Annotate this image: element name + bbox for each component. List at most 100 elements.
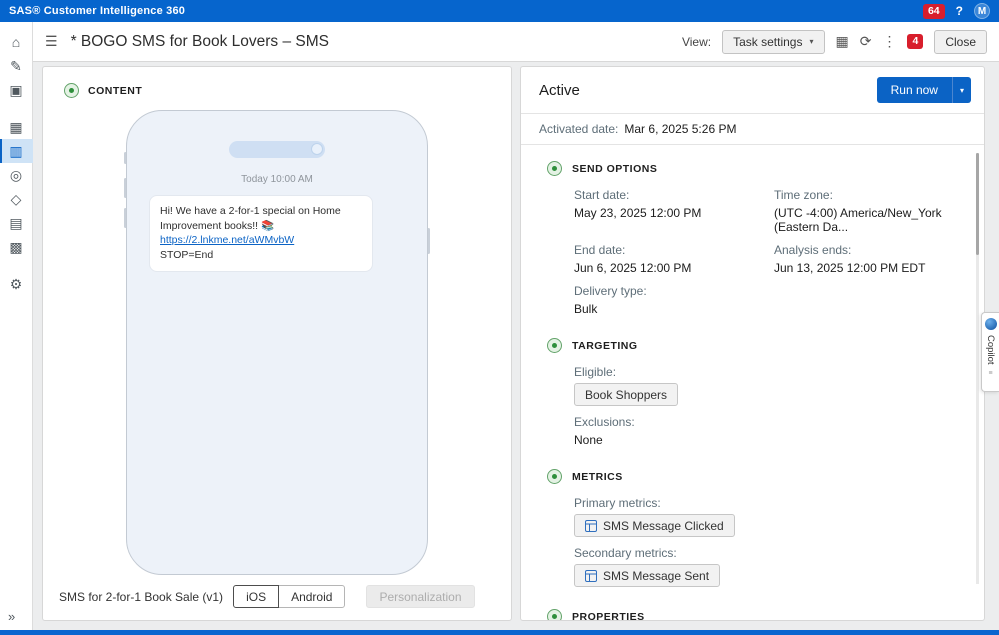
copilot-label: Copilot bbox=[985, 335, 996, 365]
primary-metric-chip: SMS Message Clicked bbox=[574, 514, 735, 537]
workspace: CONTENT Today 10:00 AM Hi! We have a 2-f… bbox=[33, 62, 999, 630]
calendar-icon[interactable]: ▦ bbox=[836, 33, 849, 50]
field-label: Delivery type: bbox=[574, 284, 774, 298]
refresh-icon[interactable]: ⟳ bbox=[860, 33, 872, 50]
chip-label: SMS Message Clicked bbox=[603, 519, 724, 533]
targeting-status-icon bbox=[547, 338, 562, 353]
field-time-zone: Time zone: (UTC -4:00) America/New_York … bbox=[774, 188, 950, 234]
sidebar-item-data[interactable]: ▤ bbox=[0, 211, 33, 235]
journeys-icon: ✎ bbox=[10, 58, 22, 75]
task-status: Active bbox=[539, 82, 580, 99]
field-analysis-ends: Analysis ends: Jun 13, 2025 12:00 PM EDT bbox=[774, 243, 950, 275]
ios-preview-button[interactable]: iOS bbox=[233, 585, 279, 608]
creative-name: SMS for 2-for-1 Book Sale (v1) bbox=[59, 590, 223, 604]
more-options-icon[interactable]: ⋮ bbox=[882, 33, 896, 50]
sms-timestamp: Today 10:00 AM bbox=[127, 174, 427, 185]
copilot-icon bbox=[985, 318, 997, 330]
properties-section: PROPERTIES Task type: Folder: bbox=[547, 609, 950, 620]
metrics-section: METRICS Primary metrics: SMS Message Cli… bbox=[547, 469, 950, 587]
scrollbar-track bbox=[976, 153, 979, 584]
field-label: Analysis ends: bbox=[774, 243, 950, 257]
field-primary-metrics: Primary metrics: SMS Message Clicked bbox=[574, 496, 735, 537]
chip-label: Book Shoppers bbox=[585, 388, 667, 402]
field-value: (UTC -4:00) America/New_York (Eastern Da… bbox=[774, 206, 950, 234]
field-delivery-type: Delivery type: Bulk bbox=[574, 284, 774, 316]
targeting-title: TARGETING bbox=[572, 340, 638, 352]
view-selector-button[interactable]: Task settings ▾ bbox=[722, 30, 824, 54]
notification-count-badge[interactable]: 64 bbox=[923, 4, 945, 19]
chip-label: SMS Message Sent bbox=[603, 569, 709, 583]
field-exclusions: Exclusions: None bbox=[574, 415, 635, 447]
properties-title: PROPERTIES bbox=[572, 611, 645, 621]
scrollbar-thumb[interactable] bbox=[976, 153, 979, 255]
field-value: Jun 13, 2025 12:00 PM EDT bbox=[774, 261, 950, 275]
field-secondary-metrics: Secondary metrics: SMS Message Sent bbox=[574, 546, 720, 587]
user-avatar[interactable]: M bbox=[974, 3, 990, 19]
sidebar-item-journeys[interactable]: ✎ bbox=[0, 54, 33, 78]
view-label: View: bbox=[682, 35, 711, 49]
content-section-label: CONTENT bbox=[88, 85, 142, 97]
field-label: End date: bbox=[574, 243, 774, 257]
sidebar-item-assets[interactable]: ▣ bbox=[0, 78, 33, 102]
task-header: ☰ * BOGO SMS for Book Lovers – SMS View:… bbox=[33, 22, 999, 62]
settings-scroll-area: SEND OPTIONS Start date: May 23, 2025 12… bbox=[521, 145, 984, 620]
content-status-icon bbox=[64, 83, 79, 98]
help-icon[interactable]: ? bbox=[956, 4, 963, 18]
field-label: Eligible: bbox=[574, 365, 678, 379]
sidebar-item-audiences[interactable]: ◎ bbox=[0, 163, 33, 187]
activated-date-value: Mar 6, 2025 5:26 PM bbox=[624, 122, 736, 136]
brand-title: SAS® Customer Intelligence 360 bbox=[9, 5, 185, 17]
sms-optout-text: STOP=End bbox=[160, 249, 213, 261]
alert-count-badge[interactable]: 4 bbox=[907, 34, 923, 49]
secondary-metric-chip: SMS Message Sent bbox=[574, 564, 720, 587]
field-label: Start date: bbox=[574, 188, 774, 202]
run-now-button[interactable]: Run now bbox=[877, 77, 952, 103]
sidebar-item-tasks[interactable]: ▥ bbox=[0, 139, 33, 163]
sidebar-item-calendar[interactable]: ▦ bbox=[0, 115, 33, 139]
copilot-tab[interactable]: Copilot ≡ bbox=[981, 312, 999, 392]
sidebar-item-reports[interactable]: ▩ bbox=[0, 235, 33, 259]
send-options-title: SEND OPTIONS bbox=[572, 163, 657, 175]
segments-icon: ◇ bbox=[11, 191, 22, 208]
personalization-button[interactable]: Personalization bbox=[366, 585, 474, 608]
field-value: None bbox=[574, 433, 635, 447]
phone-frame: Today 10:00 AM Hi! We have a 2-for-1 spe… bbox=[126, 110, 428, 575]
audiences-icon: ◎ bbox=[10, 167, 22, 184]
properties-status-icon bbox=[547, 609, 562, 620]
sidebar-item-segments[interactable]: ◇ bbox=[0, 187, 33, 211]
send-options-status-icon bbox=[547, 161, 562, 176]
phone-camera bbox=[311, 143, 323, 155]
run-now-dropdown-icon[interactable]: ▾ bbox=[952, 77, 971, 103]
android-preview-button[interactable]: Android bbox=[278, 585, 345, 608]
activated-date-label: Activated date: bbox=[539, 122, 618, 136]
task-settings-panel: Active Run now ▾ Activated date: Mar 6, … bbox=[520, 66, 985, 621]
close-button[interactable]: Close bbox=[934, 30, 987, 54]
tasks-icon: ▥ bbox=[9, 143, 22, 160]
field-eligible: Eligible: Book Shoppers bbox=[574, 365, 678, 406]
chevron-down-icon: ▾ bbox=[809, 37, 813, 46]
field-label: Exclusions: bbox=[574, 415, 635, 429]
send-options-section: SEND OPTIONS Start date: May 23, 2025 12… bbox=[547, 161, 950, 316]
expand-sidebar-button[interactable]: » bbox=[0, 609, 15, 624]
reports-icon: ▩ bbox=[9, 239, 22, 256]
sms-message-bubble: Hi! We have a 2-for-1 special on Home Im… bbox=[149, 195, 373, 272]
field-label: Time zone: bbox=[774, 188, 950, 202]
phone-preview: Today 10:00 AM Hi! We have a 2-for-1 spe… bbox=[126, 110, 428, 575]
copilot-grip-icon: ≡ bbox=[988, 370, 992, 377]
content-panel: CONTENT Today 10:00 AM Hi! We have a 2-f… bbox=[42, 66, 512, 621]
sms-message-link[interactable]: https://2.lnkme.net/aWMvbW bbox=[160, 234, 294, 246]
sidebar-item-settings[interactable]: ⚙ bbox=[0, 272, 33, 296]
eligible-segment-chip: Book Shoppers bbox=[574, 383, 678, 406]
field-label: Primary metrics: bbox=[574, 496, 735, 510]
field-value: Jun 6, 2025 12:00 PM bbox=[574, 261, 774, 275]
metric-icon bbox=[585, 570, 597, 582]
task-list-icon[interactable]: ☰ bbox=[45, 33, 58, 50]
field-value: May 23, 2025 12:00 PM bbox=[574, 206, 774, 220]
double-chevron-right-icon: » bbox=[8, 609, 15, 624]
sidebar-item-home[interactable]: ⌂ bbox=[0, 30, 33, 54]
field-start-date: Start date: May 23, 2025 12:00 PM bbox=[574, 188, 774, 234]
phone-speaker bbox=[229, 141, 325, 158]
page-title: * BOGO SMS for Book Lovers – SMS bbox=[71, 33, 329, 51]
field-end-date: End date: Jun 6, 2025 12:00 PM bbox=[574, 243, 774, 275]
calendar-grid-icon: ▦ bbox=[9, 119, 22, 136]
